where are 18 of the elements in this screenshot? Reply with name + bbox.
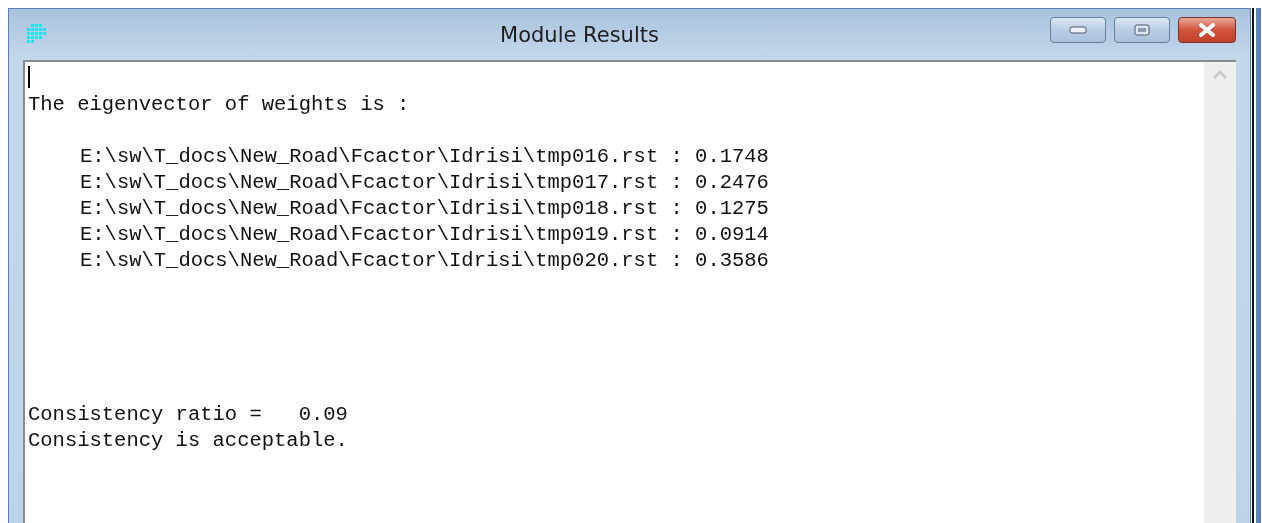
ratio-line: Consistency ratio = 0.09	[28, 402, 348, 428]
minimize-button[interactable]	[1050, 16, 1106, 43]
window-title: Module Results	[499, 22, 660, 47]
weight-line: E:\sw\T_docs\New_Road\Fcactor\Idrisi\tmp018.rst : 0.1275	[80, 196, 769, 222]
text-cursor	[28, 66, 30, 88]
weight-line: E:\sw\T_docs\New_Road\Fcactor\Idrisi\tmp019.rst : 0.0914	[80, 222, 769, 248]
scrollbar[interactable]	[1204, 60, 1236, 523]
heading-line: The eigenvector of weights is :	[28, 92, 410, 118]
close-icon	[1198, 22, 1216, 37]
maximize-button[interactable]	[1114, 16, 1170, 43]
weight-line: E:\sw\T_docs\New_Road\Fcactor\Idrisi\tmp020.rst : 0.3586	[80, 248, 769, 274]
weight-line: E:\sw\T_docs\New_Road\Fcactor\Idrisi\tmp016.rst : 0.1748	[80, 144, 769, 170]
maximize-icon	[1134, 23, 1150, 36]
close-button[interactable]	[1178, 16, 1236, 43]
scroll-up-icon	[1213, 70, 1227, 79]
weight-line: E:\sw\T_docs\New_Road\Fcactor\Idrisi\tmp017.rst : 0.2476	[80, 170, 769, 196]
minimize-icon	[1069, 25, 1087, 34]
verdict-line: Consistency is acceptable.	[28, 428, 348, 454]
